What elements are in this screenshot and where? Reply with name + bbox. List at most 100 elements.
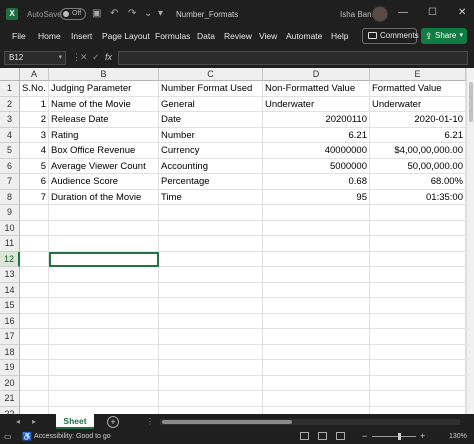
cell-a20[interactable] <box>20 375 49 391</box>
column-header-e[interactable]: E <box>370 68 466 81</box>
cell-e8[interactable]: 01:35:00 <box>370 189 466 205</box>
close-button[interactable]: ✕ <box>458 7 466 18</box>
row-header-15[interactable]: 15 <box>0 298 20 314</box>
cell-c11[interactable] <box>159 236 263 252</box>
cell-b11[interactable] <box>49 236 159 252</box>
cell-a16[interactable] <box>20 313 49 329</box>
cell-b9[interactable] <box>49 205 159 221</box>
cell-a22[interactable] <box>20 406 49 414</box>
cell-e21[interactable] <box>370 391 466 407</box>
cell-a14[interactable] <box>20 282 49 298</box>
row-header-18[interactable]: 18 <box>0 344 20 360</box>
row-header-5[interactable]: 5 <box>0 143 20 159</box>
cell-c1[interactable]: Number Format Used <box>159 81 263 97</box>
vertical-scrollbar[interactable] <box>466 68 474 414</box>
cell-a21[interactable] <box>20 391 49 407</box>
cell-c20[interactable] <box>159 375 263 391</box>
accessibility-icon[interactable]: ♿ <box>22 432 32 441</box>
vertical-scroll-thumb[interactable] <box>469 82 473 122</box>
cell-c8[interactable]: Time <box>159 189 263 205</box>
cell-c6[interactable]: Accounting <box>159 158 263 174</box>
tab-data[interactable]: Data <box>197 31 215 41</box>
cell-a3[interactable]: 2 <box>20 112 49 128</box>
cell-b17[interactable] <box>49 329 159 345</box>
row-header-21[interactable]: 21 <box>0 391 20 407</box>
cell-b10[interactable] <box>49 220 159 236</box>
next-sheet-icon[interactable]: ▸ <box>32 417 36 426</box>
cell-a2[interactable]: 1 <box>20 96 49 112</box>
cell-b6[interactable]: Average Viewer Count <box>49 158 159 174</box>
insert-function-icon[interactable]: fx <box>105 52 112 62</box>
cell-a9[interactable] <box>20 205 49 221</box>
cell-d12[interactable] <box>263 251 370 267</box>
cell-b3[interactable]: Release Date <box>49 112 159 128</box>
tab-help[interactable]: Help <box>331 31 348 41</box>
cell-d22[interactable] <box>263 406 370 414</box>
cell-b1[interactable]: Judging Parameter <box>49 81 159 97</box>
row-header-2[interactable]: 2 <box>0 96 20 112</box>
cell-e9[interactable] <box>370 205 466 221</box>
cell-d21[interactable] <box>263 391 370 407</box>
cell-a5[interactable]: 4 <box>20 143 49 159</box>
formula-input[interactable] <box>118 51 468 65</box>
horizontal-scrollbar[interactable] <box>160 419 460 425</box>
row-header-11[interactable]: 11 <box>0 236 20 252</box>
row-header-3[interactable]: 3 <box>0 112 20 128</box>
cell-a15[interactable] <box>20 298 49 314</box>
cell-a18[interactable] <box>20 344 49 360</box>
cell-c2[interactable]: General <box>159 96 263 112</box>
cell-b20[interactable] <box>49 375 159 391</box>
autosave-toggle[interactable]: Off <box>60 8 86 20</box>
cell-e15[interactable] <box>370 298 466 314</box>
cell-d16[interactable] <box>263 313 370 329</box>
cell-b12[interactable] <box>49 251 159 267</box>
enter-icon[interactable]: ✓ <box>92 52 100 63</box>
cell-d13[interactable] <box>263 267 370 283</box>
cell-b16[interactable] <box>49 313 159 329</box>
cell-a1[interactable]: S.No. <box>20 81 49 97</box>
cell-a6[interactable]: 5 <box>20 158 49 174</box>
cell-d15[interactable] <box>263 298 370 314</box>
cell-c15[interactable] <box>159 298 263 314</box>
customize-toolbar-icon[interactable]: ⌄ <box>144 8 152 19</box>
cell-d18[interactable] <box>263 344 370 360</box>
cancel-icon[interactable]: ✕ <box>80 52 88 63</box>
cell-e5[interactable]: $4,00,00,000.00 <box>370 143 466 159</box>
cell-c7[interactable]: Percentage <box>159 174 263 190</box>
cell-e19[interactable] <box>370 360 466 376</box>
share-button[interactable]: ⇪ Share ▾ <box>421 28 467 44</box>
redo-icon[interactable]: ↷ <box>128 8 136 19</box>
cell-e20[interactable] <box>370 375 466 391</box>
zoom-in-icon[interactable]: + <box>420 431 425 441</box>
cell-d2[interactable]: Underwater <box>263 96 370 112</box>
cell-c10[interactable] <box>159 220 263 236</box>
cell-e6[interactable]: 50,00,000.00 <box>370 158 466 174</box>
accessibility-status[interactable]: Accessibility: Good to go <box>34 433 111 440</box>
cell-e3[interactable]: 2020-01-10 <box>370 112 466 128</box>
cell-d14[interactable] <box>263 282 370 298</box>
cell-a19[interactable] <box>20 360 49 376</box>
cell-e10[interactable] <box>370 220 466 236</box>
column-header-a[interactable]: A <box>20 68 49 81</box>
customize-chevron-icon[interactable]: ▾ <box>158 8 163 19</box>
cell-d19[interactable] <box>263 360 370 376</box>
row-header-22[interactable]: 22 <box>0 406 20 414</box>
cell-e12[interactable] <box>370 251 466 267</box>
row-header-10[interactable]: 10 <box>0 220 20 236</box>
cell-c4[interactable]: Number <box>159 127 263 143</box>
horizontal-scroll-thumb[interactable] <box>162 420 292 424</box>
column-header-c[interactable]: C <box>159 68 263 81</box>
cell-a17[interactable] <box>20 329 49 345</box>
row-header-20[interactable]: 20 <box>0 375 20 391</box>
row-header-12[interactable]: 12 <box>0 251 20 267</box>
zoom-slider-knob[interactable] <box>398 433 401 440</box>
zoom-level[interactable]: 130% <box>449 433 467 440</box>
page-break-view-icon[interactable] <box>336 432 345 440</box>
cell-c16[interactable] <box>159 313 263 329</box>
cell-c13[interactable] <box>159 267 263 283</box>
row-header-4[interactable]: 4 <box>0 127 20 143</box>
cell-d8[interactable]: 95 <box>263 189 370 205</box>
cell-d6[interactable]: 5000000 <box>263 158 370 174</box>
row-header-17[interactable]: 17 <box>0 329 20 345</box>
cell-b14[interactable] <box>49 282 159 298</box>
